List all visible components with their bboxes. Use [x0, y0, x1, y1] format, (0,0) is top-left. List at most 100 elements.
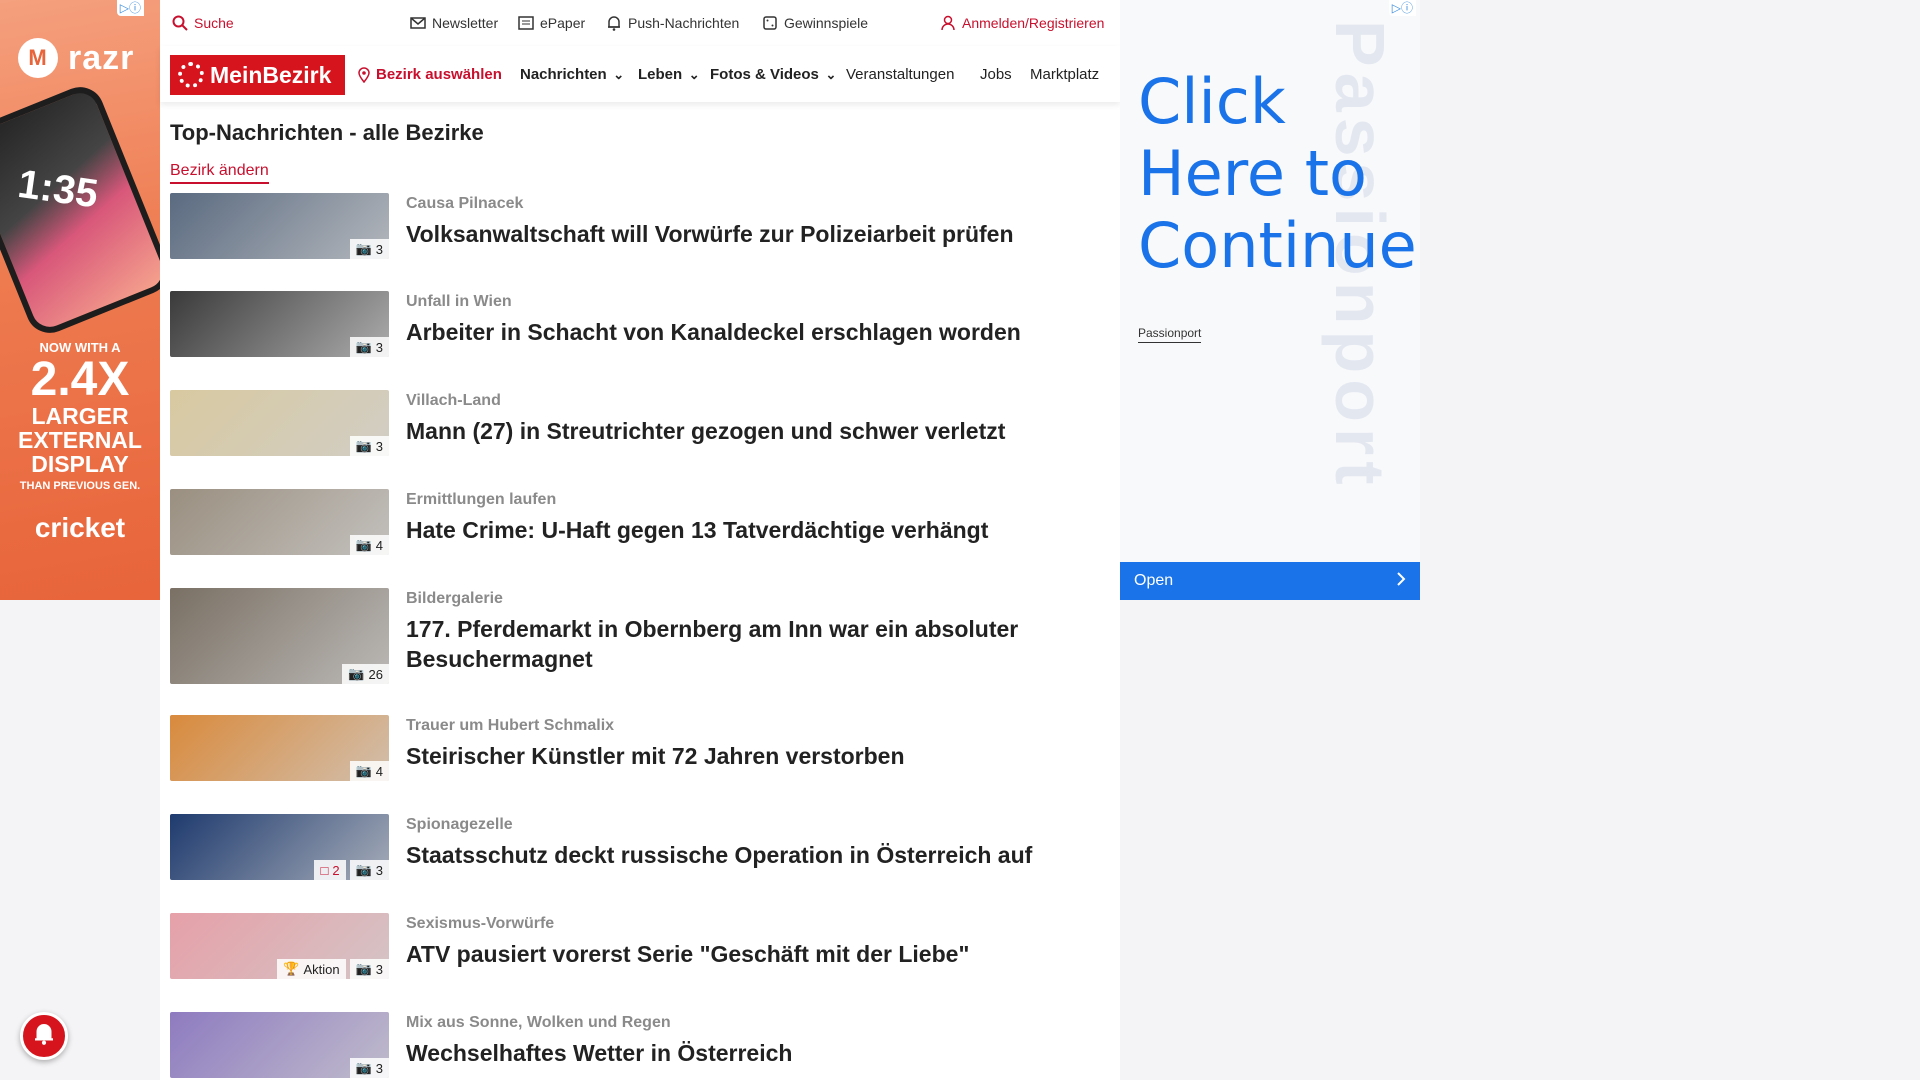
article-kicker: Trauer um Hubert Schmalix: [406, 717, 615, 734]
article-item[interactable]: 📷 3 Villach-Land Mann (27) in Streutricht…: [170, 390, 1090, 456]
article-kicker: Sexismus-Vorwürfe: [406, 915, 555, 932]
epaper-label: ePaper: [540, 15, 586, 31]
article-thumbnail[interactable]: 📷 3: [170, 1012, 389, 1078]
ad-open-button[interactable]: Open: [1120, 562, 1420, 600]
district-select-label: Bezirk auswählen: [376, 66, 502, 83]
article-kicker: Ermittlungen laufen: [406, 491, 557, 508]
image-count-badge: 📷 3: [349, 239, 389, 259]
image-count: 3: [375, 438, 383, 454]
article-thumbnail[interactable]: 📷 26: [170, 588, 389, 684]
ad-sponsor: cricket: [34, 512, 126, 543]
article-item[interactable]: 📷 3 Unfall in Wien Arbeiter in Schacht vo…: [170, 291, 1090, 357]
right-banner-ad[interactable]: ▷ⓘ Passionport Click Here to Continue Pa…: [1120, 0, 1420, 600]
article-title[interactable]: Wechselhaftes Wetter in Österreich: [406, 1038, 1096, 1068]
ad-sponsor-link[interactable]: Passionport: [1138, 326, 1202, 343]
image-icon: 📷: [355, 438, 372, 453]
chevron-right-icon: [1396, 571, 1406, 591]
ad-headline[interactable]: Click Here to Continue: [1138, 66, 1417, 282]
article-title[interactable]: Arbeiter in Schacht von Kanaldeckel ersc…: [406, 317, 1096, 347]
newsletter-label: Newsletter: [432, 15, 499, 31]
article-info: Trauer um Hubert Schmalix Steirischer Kü…: [406, 717, 1096, 771]
comment-icon: □: [320, 862, 329, 878]
article-title[interactable]: Steirischer Künstler mit 72 Jahren verst…: [406, 741, 1096, 771]
article-kicker: Spionagezelle: [406, 816, 513, 833]
nav-news[interactable]: Nachrichten ⌄: [520, 66, 627, 83]
nav-life[interactable]: Leben ⌄: [638, 66, 702, 83]
article-item[interactable]: 🏆 Aktion 📷 3 Sexismus-Vorwürfe ATV pausier…: [170, 913, 1090, 979]
nav-photos-videos[interactable]: Fotos & Videos ⌄: [710, 66, 839, 83]
login-label: Anmelden/Registrieren: [962, 15, 1105, 31]
action-badge: 🏆 Aktion: [277, 959, 346, 979]
main-navbar: MeinBezirk Bezirk auswählen Nachrichten …: [160, 46, 1120, 102]
article-info: Bildergalerie 177. Pferdemarkt in Obernb…: [406, 590, 1096, 674]
image-count-badge: 📷 3: [349, 337, 389, 357]
image-icon: 📷: [355, 961, 372, 976]
image-count: 3: [375, 862, 383, 878]
article-item[interactable]: 📷 3 Mix aus Sonne, Wolken und Regen Wechs…: [170, 1012, 1090, 1078]
logo-sun-icon: [178, 62, 204, 88]
article-title[interactable]: Staatsschutz deckt russische Operation i…: [406, 840, 1096, 870]
article-item[interactable]: 📷 3 Causa Pilnacek Volksanwaltschaft will…: [170, 193, 1090, 259]
article-kicker: Villach-Land: [406, 392, 501, 409]
bell-icon: [606, 15, 622, 31]
newsletter-link[interactable]: Newsletter: [410, 15, 498, 31]
thumbnail-badges: 📷 26: [342, 664, 389, 684]
article-info: Unfall in Wien Arbeiter in Schacht von K…: [406, 293, 1096, 347]
image-icon: 📷: [355, 537, 372, 552]
article-kicker: Unfall in Wien: [406, 293, 512, 310]
image-count: 3: [375, 339, 383, 355]
login-link[interactable]: Anmelden/Registrieren: [940, 15, 1104, 31]
article-item[interactable]: 📷 26 Bildergalerie 177. Pferdemarkt in Ob…: [170, 588, 1090, 684]
thumbnail-badges: 📷 4: [349, 761, 389, 781]
chevron-down-icon: ⌄: [613, 66, 625, 82]
article-thumbnail[interactable]: 📷 3: [170, 390, 389, 456]
district-select[interactable]: Bezirk auswählen: [356, 66, 502, 83]
left-banner-ad[interactable]: ▷ⓘ M razr 1:35 NOW WITH A 2.4X LARGER EX…: [0, 0, 160, 600]
search-label: Suche: [194, 15, 234, 31]
games-link[interactable]: Gewinnspiele: [762, 15, 868, 31]
article-kicker: Mix aus Sonne, Wolken und Regen: [406, 1014, 671, 1031]
games-label: Gewinnspiele: [784, 15, 869, 31]
thumbnail-badges: 📷 4: [349, 535, 389, 555]
push-link[interactable]: Push-Nachrichten: [606, 15, 739, 31]
article-item[interactable]: 📷 4 Trauer um Hubert Schmalix Steirischer…: [170, 715, 1090, 781]
nav-events[interactable]: Veranstaltungen: [846, 66, 954, 83]
change-district-link[interactable]: Bezirk ändern: [170, 162, 269, 184]
article-thumbnail[interactable]: 🏆 Aktion 📷 3: [170, 913, 389, 979]
adchoices-icon[interactable]: ▷ⓘ: [1388, 0, 1416, 16]
article-title[interactable]: Volksanwaltschaft will Vorwürfe zur Poli…: [406, 219, 1096, 249]
ad-line-5: DISPLAY: [31, 451, 129, 477]
comment-count: 2: [332, 862, 340, 878]
article-thumbnail[interactable]: 📷 4: [170, 715, 389, 781]
article-title[interactable]: Mann (27) in Streutrichter gezogen und s…: [406, 416, 1096, 446]
nav-marketplace-label: Marktplatz: [1030, 66, 1100, 83]
article-title[interactable]: ATV pausiert vorerst Serie "Geschäft mit…: [406, 939, 1096, 969]
bell-icon: [33, 1021, 55, 1051]
image-count: 4: [375, 537, 383, 553]
notification-bell-button[interactable]: [20, 1012, 68, 1060]
article-thumbnail[interactable]: 📷 3: [170, 193, 389, 259]
ad-brand-name: razr: [68, 38, 135, 77]
nav-life-label: Leben: [638, 66, 683, 83]
adchoices-icon[interactable]: ▷ⓘ: [116, 0, 144, 16]
article-thumbnail[interactable]: 📷 3: [170, 291, 389, 357]
article-item[interactable]: 📷 4 Ermittlungen laufen Hate Crime: U-Haf…: [170, 489, 1090, 555]
article-info: Spionagezelle Staatsschutz deckt russisc…: [406, 816, 1096, 870]
search-link[interactable]: Suche: [172, 15, 234, 31]
article-thumbnail[interactable]: □ 2 📷 3: [170, 814, 389, 880]
image-count-badge: 📷 4: [349, 761, 389, 781]
epaper-link[interactable]: ePaper: [518, 15, 585, 31]
nav-jobs-label: Jobs: [980, 66, 1012, 83]
article-kicker: Bildergalerie: [406, 590, 503, 607]
site-logo[interactable]: MeinBezirk: [170, 55, 345, 95]
article-thumbnail[interactable]: 📷 4: [170, 489, 389, 555]
nav-jobs[interactable]: Jobs: [980, 66, 1012, 83]
article-title[interactable]: Hate Crime: U-Haft gegen 13 Tatverdächti…: [406, 515, 1096, 545]
image-icon: 📷: [355, 339, 372, 354]
article-title[interactable]: 177. Pferdemarkt in Obernberg am Inn war…: [406, 614, 1096, 674]
ad-line-4: EXTERNAL: [18, 427, 142, 453]
article-item[interactable]: □ 2 📷 3 Spionagezelle Staatsschutz deckt r…: [170, 814, 1090, 880]
thumbnail-badges: 📷 3: [349, 239, 389, 259]
image-count-badge: 📷 3: [349, 1058, 389, 1078]
nav-marketplace[interactable]: Marktplatz: [1030, 66, 1110, 83]
